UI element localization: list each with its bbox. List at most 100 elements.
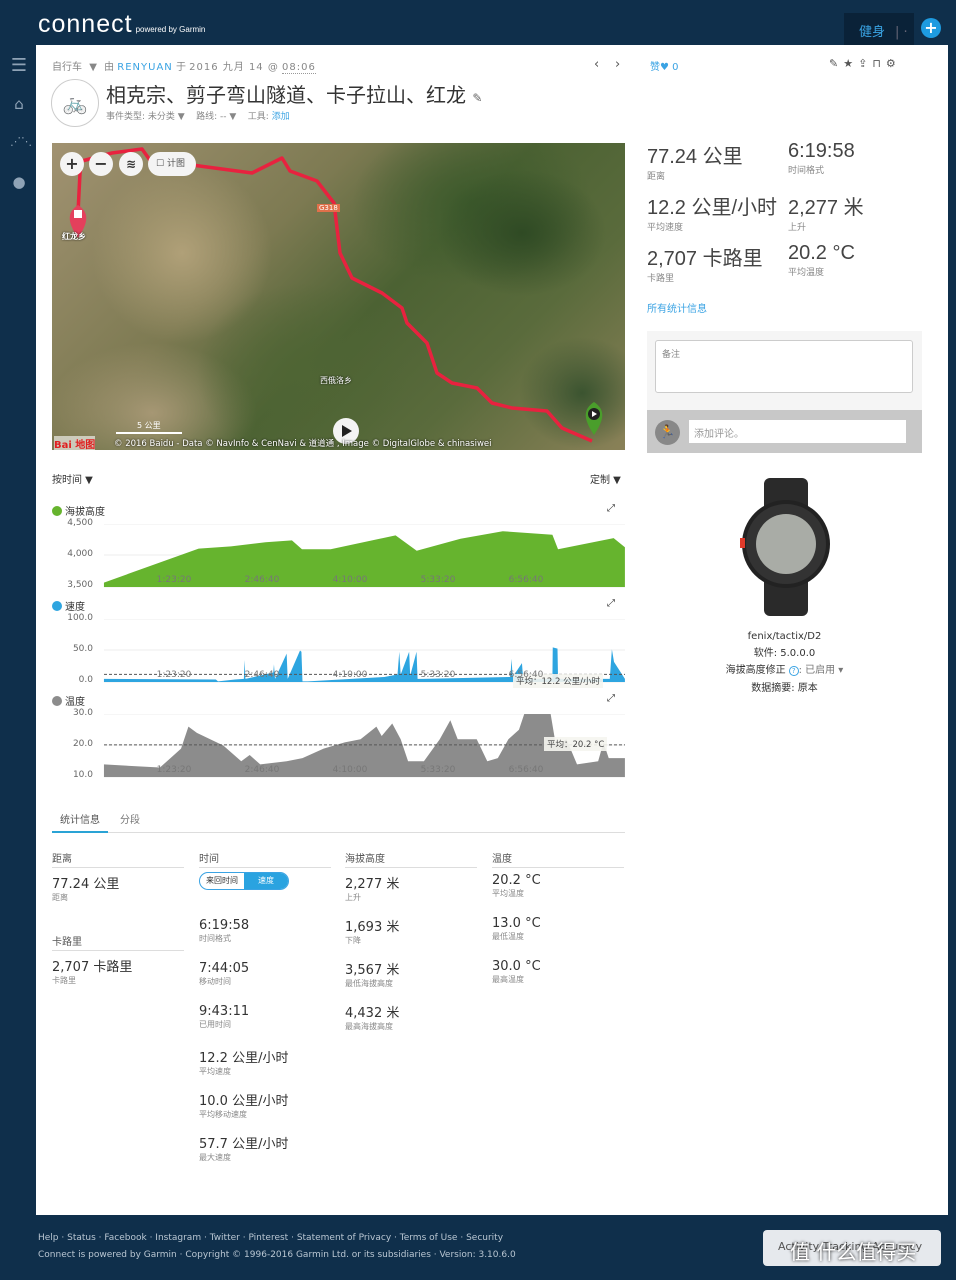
stat-value: 13.0 °C: [492, 916, 541, 931]
edit-icon[interactable]: ✎: [829, 57, 843, 70]
all-stats-link[interactable]: 所有统计信息: [647, 300, 707, 315]
notes-field[interactable]: 备注: [655, 340, 913, 393]
gear-icon[interactable]: ⚙: [886, 57, 901, 70]
stat-item: 20.2 °C 平均温度: [492, 873, 541, 899]
prev-activity-icon[interactable]: ‹: [594, 57, 599, 72]
time-speed-toggle[interactable]: 来回时间 速度: [199, 872, 289, 890]
footer-link[interactable]: Facebook: [104, 1233, 146, 1243]
next-activity-icon[interactable]: ›: [615, 57, 620, 72]
x-tick-label: 4:10:00: [332, 575, 368, 585]
stat-item: 13.0 °C 最低温度: [492, 916, 541, 942]
avatar: 🏃: [655, 420, 680, 445]
stat-value: 2,277 米: [345, 877, 400, 892]
title-text: 相克宗、剪子弯山隧道、卡子拉山、红龙: [106, 83, 466, 107]
tab-laps[interactable]: 分段: [120, 811, 140, 826]
separator: ·: [58, 1233, 68, 1243]
device-image: [740, 478, 832, 616]
stat-item: 77.24 公里 距离: [52, 873, 119, 903]
footer-link[interactable]: Pinterest: [248, 1233, 288, 1243]
stat-item: 10.0 公里/小时 平均移动速度: [199, 1090, 288, 1120]
footer-link[interactable]: Security: [466, 1233, 503, 1243]
user-link[interactable]: RENYUAN: [117, 62, 173, 73]
stat-label: 下降: [345, 936, 361, 945]
heart-icon: ♥: [660, 62, 669, 73]
tab-stats[interactable]: 统计信息: [52, 811, 108, 833]
footer-link[interactable]: Statement of Privacy: [297, 1233, 391, 1243]
route-map[interactable]: + − ≋ ☐ 计图 红龙乡 西俄洛乡 G318 5 公里 Bai 地图 © 2…: [52, 143, 625, 450]
stat-item: 9:43:11 已用时间: [199, 1004, 249, 1030]
footer-link[interactable]: Instagram: [155, 1233, 201, 1243]
stat-label: 已用时间: [199, 1020, 231, 1029]
gear-add-link[interactable]: 添加: [272, 112, 290, 122]
zoom-in-button[interactable]: +: [60, 152, 84, 176]
stat-label: 卡路里: [647, 274, 675, 284]
activity-title[interactable]: 相克宗、剪子弯山隧道、卡子拉山、红龙 ✎: [106, 79, 482, 108]
stats-header-elevation: 海拔高度: [345, 850, 477, 868]
stat-label: 平均移动速度: [199, 1110, 247, 1119]
stat-value: 2,277 米: [788, 197, 864, 219]
share-icon[interactable]: ⇪: [858, 57, 872, 70]
stat-label: 时间格式: [788, 166, 825, 176]
fitness-label: 健身: [859, 25, 886, 40]
zoom-out-button[interactable]: −: [89, 152, 113, 176]
activity-type[interactable]: 自行车: [52, 62, 82, 73]
like-button[interactable]: 赞♥ 0: [650, 58, 679, 73]
expand-icon[interactable]: ⤢: [607, 503, 615, 514]
menu-icon[interactable]: ☰: [10, 55, 28, 76]
fitness-menu[interactable]: 健身 | ·: [844, 13, 914, 45]
stat-label: 移动时间: [199, 977, 231, 986]
device-software: 软件: 5.0.0.0: [753, 648, 816, 659]
x-tick-label: 5:33:20: [420, 575, 456, 585]
activity-meta: 自行车 ▼ 由 RENYUAN 于 2016 九月 14 @ 08:06: [52, 62, 316, 74]
separator: ·: [146, 1233, 156, 1243]
chart-legend: 温度: [52, 693, 85, 708]
footer-link[interactable]: Help: [38, 1233, 59, 1243]
customize-select[interactable]: 定制 ▼: [590, 471, 621, 486]
comment-input[interactable]: 添加评论。: [689, 420, 906, 443]
device-name: fenix/tactix/D2: [747, 631, 822, 642]
unlock-icon[interactable]: ⊓: [872, 57, 886, 70]
stat-label: 上升: [345, 893, 361, 902]
user-icon[interactable]: ●: [10, 173, 28, 191]
help-icon[interactable]: ?: [788, 666, 799, 676]
course-select[interactable]: 路线: -- ▼: [196, 112, 236, 122]
add-button[interactable]: +: [921, 18, 941, 38]
x-axis-mode-select[interactable]: 按时间 ▼: [52, 471, 93, 486]
stat-label: 最高温度: [492, 975, 524, 984]
chart-legend: 速度: [52, 598, 85, 613]
stats-header-time: 时间: [199, 850, 331, 868]
stat-item: 30.0 °C 最高温度: [492, 959, 541, 985]
event-type-select[interactable]: 事件类型: 未分类 ▼: [106, 112, 185, 122]
layers-icon[interactable]: ≋: [119, 152, 143, 176]
footer-link[interactable]: Twitter: [210, 1233, 240, 1243]
sidebar: ☰ ⌂ ⋰⋱ ●: [0, 45, 36, 1215]
pencil-icon[interactable]: ✎: [472, 91, 482, 105]
logo-text: connect: [38, 10, 133, 38]
expand-icon[interactable]: ⤢: [607, 598, 615, 609]
legend-dot-icon: [52, 601, 62, 611]
stat-value: 20.2 °C: [492, 873, 541, 888]
connections-icon[interactable]: ⋰⋱: [10, 135, 32, 148]
stat-item: 57.7 公里/小时 最大速度: [199, 1133, 288, 1163]
elev-corr-value[interactable]: : 已启用: [799, 665, 836, 676]
toggle-elapsed[interactable]: 来回时间: [200, 873, 244, 889]
x-tick-label: 5:33:20: [420, 765, 456, 775]
expand-icon[interactable]: ⤢: [607, 693, 615, 704]
like-label: 赞: [650, 62, 660, 73]
stat-value: 1,693 米: [345, 920, 400, 935]
footer-link[interactable]: Status: [67, 1233, 96, 1243]
chart-title: 速度: [65, 602, 85, 613]
stat-value: 20.2 °C: [788, 242, 855, 264]
toggle-speed[interactable]: 速度: [244, 873, 288, 889]
place-label: 红龙乡: [62, 232, 86, 241]
stat-label: 平均温度: [788, 268, 825, 278]
inbox-icon[interactable]: ⌂: [10, 95, 28, 113]
connect-logo[interactable]: connect powered by Garmin: [38, 10, 205, 39]
stat-label: 距离: [52, 893, 68, 902]
stat-item: 1,693 米下降: [345, 916, 399, 946]
star-icon[interactable]: ★: [843, 57, 858, 70]
stat-label: 最低海拔高度: [345, 979, 393, 988]
activity-time[interactable]: 08:06: [282, 62, 316, 74]
legend-toggle[interactable]: ☐ 计图: [148, 152, 196, 176]
footer-link[interactable]: Terms of Use: [400, 1233, 458, 1243]
